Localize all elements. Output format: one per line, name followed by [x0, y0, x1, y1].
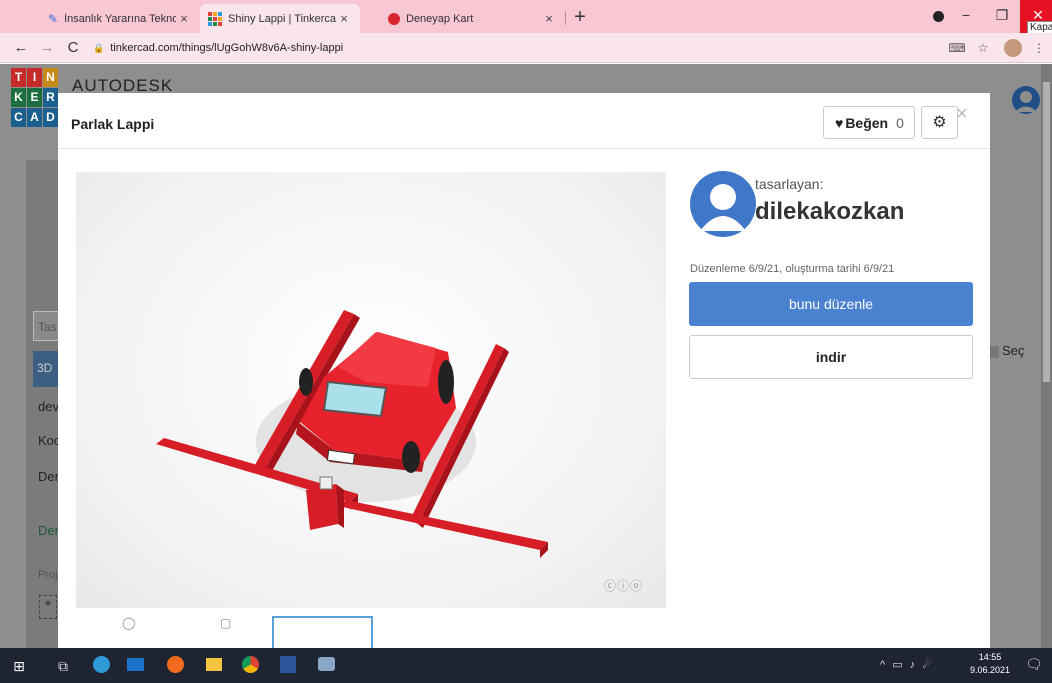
deneyap-icon — [388, 12, 400, 25]
translate-icon[interactable]: ⌨ — [948, 39, 966, 57]
clock-time: 14:55 — [978, 652, 1002, 662]
design-modal: Parlak Lappi ♥ Beğen 0 ⚙ × ⓒⓘⓞ ◯ ▢ tasar… — [58, 93, 990, 648]
page-scrollbar-thumb[interactable] — [1043, 82, 1050, 382]
paint-icon[interactable] — [316, 656, 336, 676]
gear-icon: ⚙ — [932, 114, 947, 131]
download-button[interactable]: indir — [689, 335, 973, 379]
background-list-item: dev — [38, 399, 59, 414]
tab-close-button[interactable]: × — [541, 11, 557, 26]
avatar-icon — [700, 184, 746, 231]
car-wheel — [402, 441, 420, 473]
designer-label: tasarlayan: — [755, 176, 824, 192]
tab-insanlik[interactable]: ✎ İnsanlık Yararına Teknoloji Yarışm × — [40, 4, 200, 33]
like-label: Beğen — [845, 114, 889, 131]
heart-icon: ♥ — [835, 114, 844, 131]
system-tray-icons[interactable]: ^ ▭ ♪ ☄ — [880, 658, 934, 671]
edit-create-dates: Düzenleme 6/9/21, oluşturma tarihi 6/9/2… — [690, 263, 895, 275]
thumbnail-icon[interactable]: ▢ — [220, 616, 231, 630]
logo-letter: R — [43, 88, 58, 107]
clock-date: 9.06.2021 — [969, 665, 1011, 675]
url-field[interactable]: 🔒 tinkercad.com/things/lUgGohW8v6A-shiny… — [93, 37, 933, 59]
tab-close-button[interactable]: × — [336, 11, 352, 26]
modal-title: Parlak Lappi — [71, 116, 155, 132]
model-viewer[interactable]: ⓒⓘⓞ — [76, 172, 666, 608]
front-rail-right — [338, 500, 548, 550]
logo-letter: T — [11, 68, 26, 87]
user-icon — [1012, 86, 1040, 114]
task-view-icon[interactable]: ⧉ — [53, 656, 73, 676]
creative-commons-badge: ⓒⓘⓞ — [604, 579, 644, 593]
car-windshield — [322, 380, 388, 418]
like-count: 0 — [896, 114, 904, 131]
new-tab-button[interactable]: + — [567, 4, 593, 30]
logo-letter: N — [43, 68, 58, 87]
firefox-icon[interactable] — [165, 656, 185, 676]
restore-button[interactable]: ❐ — [984, 0, 1020, 33]
logo-letter: I — [27, 68, 42, 87]
back-button[interactable]: ← — [10, 37, 32, 59]
designer-name[interactable]: dilekakozkan — [755, 198, 904, 226]
settings-gear-button[interactable]: ⚙ — [921, 106, 958, 139]
barrier-post — [306, 484, 338, 530]
car-wheel — [299, 368, 313, 396]
tab-tinkercad[interactable]: Shiny Lappi | Tinkercad × — [200, 4, 360, 33]
car-model-render — [156, 310, 548, 558]
reload-button[interactable]: C — [62, 37, 84, 59]
tinkercad-logo: T I N K E R C A D — [11, 68, 59, 128]
address-bar: ← → C 🔒 tinkercad.com/things/lUgGohW8v6A… — [0, 33, 1052, 63]
forward-button[interactable]: → — [36, 37, 58, 59]
car-wheel — [438, 360, 454, 404]
file-explorer-icon[interactable] — [204, 656, 224, 676]
background-list-item: Proj — [38, 569, 58, 581]
mail-icon[interactable] — [125, 656, 145, 676]
menu-kebab-icon[interactable]: ⋮ — [1030, 39, 1048, 57]
logo-letter: A — [27, 108, 42, 127]
logo-letter: C — [11, 108, 26, 127]
tab-title: İnsanlık Yararına Teknoloji Yarışm — [64, 12, 176, 25]
background-add-project: + — [39, 595, 57, 619]
barrier-sensor — [319, 476, 333, 490]
lock-icon: 🔒 — [93, 42, 105, 53]
logo-letter: K — [11, 88, 26, 107]
tab-title: Deneyap Kart — [406, 12, 474, 25]
pencil-icon: ✎ — [48, 11, 59, 26]
chrome-icon[interactable] — [240, 656, 260, 676]
notification-icon[interactable]: 🗨 — [1025, 656, 1043, 673]
windows-start-icon[interactable]: ⊞ — [9, 656, 29, 676]
thumbnail-icon[interactable]: ◯ — [122, 616, 135, 630]
word-icon[interactable] — [278, 656, 298, 676]
tinkercad-icon — [208, 11, 222, 26]
tab-title: Shiny Lappi | Tinkercad — [228, 12, 336, 25]
url-text: tinkercad.com/things/lUgGohW8v6A-shiny-l… — [110, 42, 344, 54]
modal-close-button[interactable]: × — [956, 103, 968, 126]
edit-design-button[interactable]: bunu düzenle — [689, 282, 973, 326]
thumbnail-selected[interactable] — [272, 616, 373, 648]
profile-avatar[interactable] — [1004, 39, 1022, 57]
tab-deneyap[interactable]: Deneyap Kart × — [380, 4, 565, 33]
bookmark-star-icon[interactable]: ☆ — [974, 39, 992, 57]
modal-header: Parlak Lappi ♥ Beğen 0 ⚙ × — [58, 93, 990, 149]
edge-icon[interactable] — [91, 656, 111, 676]
minimize-button[interactable]: − — [948, 0, 984, 33]
browser-tab-bar: ✎ İnsanlık Yararına Teknoloji Yarışm × S… — [0, 0, 1052, 34]
taskbar-clock[interactable]: 14:55 9.06.2021 — [966, 651, 1014, 677]
designer-avatar[interactable] — [690, 171, 756, 237]
tab-separator — [565, 11, 566, 25]
like-button[interactable]: ♥ Beğen 0 — [823, 106, 915, 139]
logo-letter: E — [27, 88, 42, 107]
tab-close-button[interactable]: × — [176, 11, 192, 26]
background-select-label: Seç — [1002, 343, 1025, 358]
logo-letter: D — [43, 108, 58, 127]
